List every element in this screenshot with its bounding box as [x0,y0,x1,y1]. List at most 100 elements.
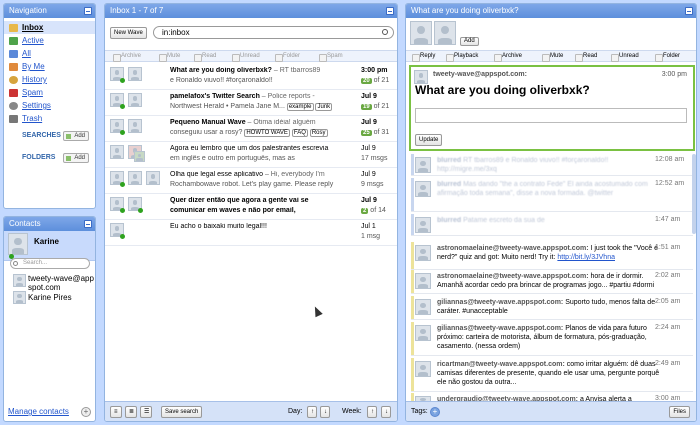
nav-item-by-me[interactable]: By Me [4,60,95,73]
online-status-icon [120,182,125,187]
blip[interactable]: blurred RT tbarros89 e Ronaldo viuvo!! #… [411,154,693,176]
minimize-icon[interactable] [84,7,92,15]
add-contact-button[interactable]: + [81,407,91,417]
online-status-icon [120,78,125,83]
spam-button[interactable]: Spam [319,53,343,62]
avatar [414,70,428,84]
spam-icon [9,89,18,97]
contacts-panel: Contacts Karine Search... tweety-wave@ap… [3,216,96,422]
add-participant-button[interactable]: Add [460,37,479,46]
scrollbar[interactable] [692,154,696,234]
root-blip[interactable]: tweety-wave@appspot.com: 3:00 pm What ar… [409,65,695,151]
unread-button[interactable]: Unread [232,53,260,62]
archive-button[interactable]: Archive [113,53,141,62]
avatar [128,67,142,81]
my-profile[interactable]: Karine [4,231,95,261]
reply-button[interactable]: Reply [412,53,435,62]
wave-row[interactable]: What are you doing oliverbxk? – RT tbarr… [105,64,397,90]
add-tag-button[interactable]: + [430,407,440,417]
tag[interactable]: example [286,103,314,111]
contact-item[interactable]: Karine Pires [28,293,72,302]
read-button[interactable]: Read [575,53,597,62]
mute-button[interactable]: Mute [159,53,180,62]
tag[interactable]: Junk [315,103,333,111]
nav-item-history[interactable]: History [4,73,95,86]
avatar [134,151,145,162]
save-search-button[interactable]: Save search [161,406,203,418]
add-folder-button[interactable]: Add [63,153,89,163]
folder-button[interactable]: Folder [655,53,680,62]
settings-icon [9,102,18,110]
compact-view-button[interactable]: ≣ [125,406,137,418]
unread-badge: 25 [361,130,372,136]
new-wave-button[interactable]: New Wave [110,27,147,39]
nav-item-spam[interactable]: Spam [4,86,95,99]
blip[interactable]: ricartman@tweety-wave.appspot.com: como … [411,358,693,392]
nav-item-trash[interactable]: Trash [4,112,95,125]
wave-row[interactable]: Pequeno Manual Wave – Ótima idéia! algué… [105,116,397,142]
blip[interactable]: blurred Mas dando "the a contrato Fede" … [411,178,693,212]
trash-icon [9,115,18,123]
blip[interactable]: blurred Patame escreto da sua de 1:47 am [411,214,693,236]
wave-row[interactable]: Olha que legal esse aplicativo – Hi, eve… [105,168,397,194]
blip[interactable]: giliannas@tweety-wave.appspot.com: Plano… [411,322,693,356]
blip-time: 3:00 pm [661,71,687,78]
blip-author: tweety-wave@appspot.com: [433,71,527,78]
mute-button[interactable]: Mute [542,53,563,62]
week-down-button[interactable]: ↓ [381,406,391,418]
wave-row[interactable]: pamelafox's Twitter Search – Police repo… [105,90,397,116]
unread-button[interactable]: Unread [611,53,639,62]
nav-item-all[interactable]: All [4,47,95,60]
reply-input[interactable] [415,108,687,123]
inbox-icon [9,24,18,32]
blip[interactable]: astronomaelaine@tweety-wave.appspot.com:… [411,270,693,294]
list-view-button[interactable]: ≡ [110,406,122,418]
minimize-icon[interactable] [386,7,394,15]
minimize-icon[interactable] [84,220,92,228]
files-button[interactable]: Files [669,406,690,418]
wave-toolbar: Reply Playback Archive Mute Read Unread … [406,50,696,62]
link[interactable]: http://bit.ly/3JVhna [557,254,615,261]
online-status-icon [120,130,125,135]
week-up-button[interactable]: ↑ [367,406,377,418]
read-button[interactable]: Read [194,53,216,62]
avatar [13,291,26,304]
online-status-icon [120,104,125,109]
contacts-title: Contacts [4,217,95,231]
manage-contacts-link[interactable]: Manage contacts [8,407,69,416]
wave-row[interactable]: Quer dizer então que agora a gente vai s… [105,194,397,220]
nav-item-settings[interactable]: Settings [4,99,95,112]
minimize-icon[interactable] [685,7,693,15]
tag[interactable]: Rosy [309,129,328,137]
tag[interactable]: HOWTO WAVE [244,129,290,137]
avatar [410,21,432,45]
history-icon [9,76,18,84]
search-input[interactable]: in:inbox [153,26,394,39]
add-search-button[interactable]: Add [63,131,89,141]
search-icon[interactable] [382,29,388,35]
avatar [128,93,142,107]
blip[interactable]: astronomaelaine@tweety-wave.appspot.com:… [411,242,693,270]
nav-item-inbox[interactable]: Inbox [4,21,95,34]
detail-view-button[interactable]: ☰ [140,406,152,418]
tag[interactable]: FAQ [291,129,308,137]
avatar [146,171,160,185]
inbox-toolbar: Archive Mute Read Unread Folder Spam [105,50,397,62]
wave-row[interactable]: Eu acho o baixaki muito legal!!! Jul 1 1… [105,220,397,246]
avatar [8,233,28,255]
day-down-button[interactable]: ↓ [320,406,330,418]
day-up-button[interactable]: ↑ [307,406,317,418]
update-button[interactable]: Update [415,134,443,146]
blip[interactable]: giliannas@tweety-wave.appspot.com: Supor… [411,296,693,320]
avatar [415,299,431,315]
avatar [128,171,142,185]
contact-search-input[interactable]: Search... [10,258,90,269]
archive-button[interactable]: Archive [494,53,522,62]
playback-button[interactable]: Playback [446,53,478,62]
wave-row[interactable]: Agora eu lembro que um dos palestrantes … [105,142,397,168]
online-status-icon [138,208,143,213]
folder-button[interactable]: Folder [275,53,300,62]
navigation-panel: Navigation Inbox Active All By Me Histor… [3,3,96,209]
nav-item-active[interactable]: Active [4,34,95,47]
contact-item[interactable]: tweety-wave@appspot.com [28,274,94,292]
